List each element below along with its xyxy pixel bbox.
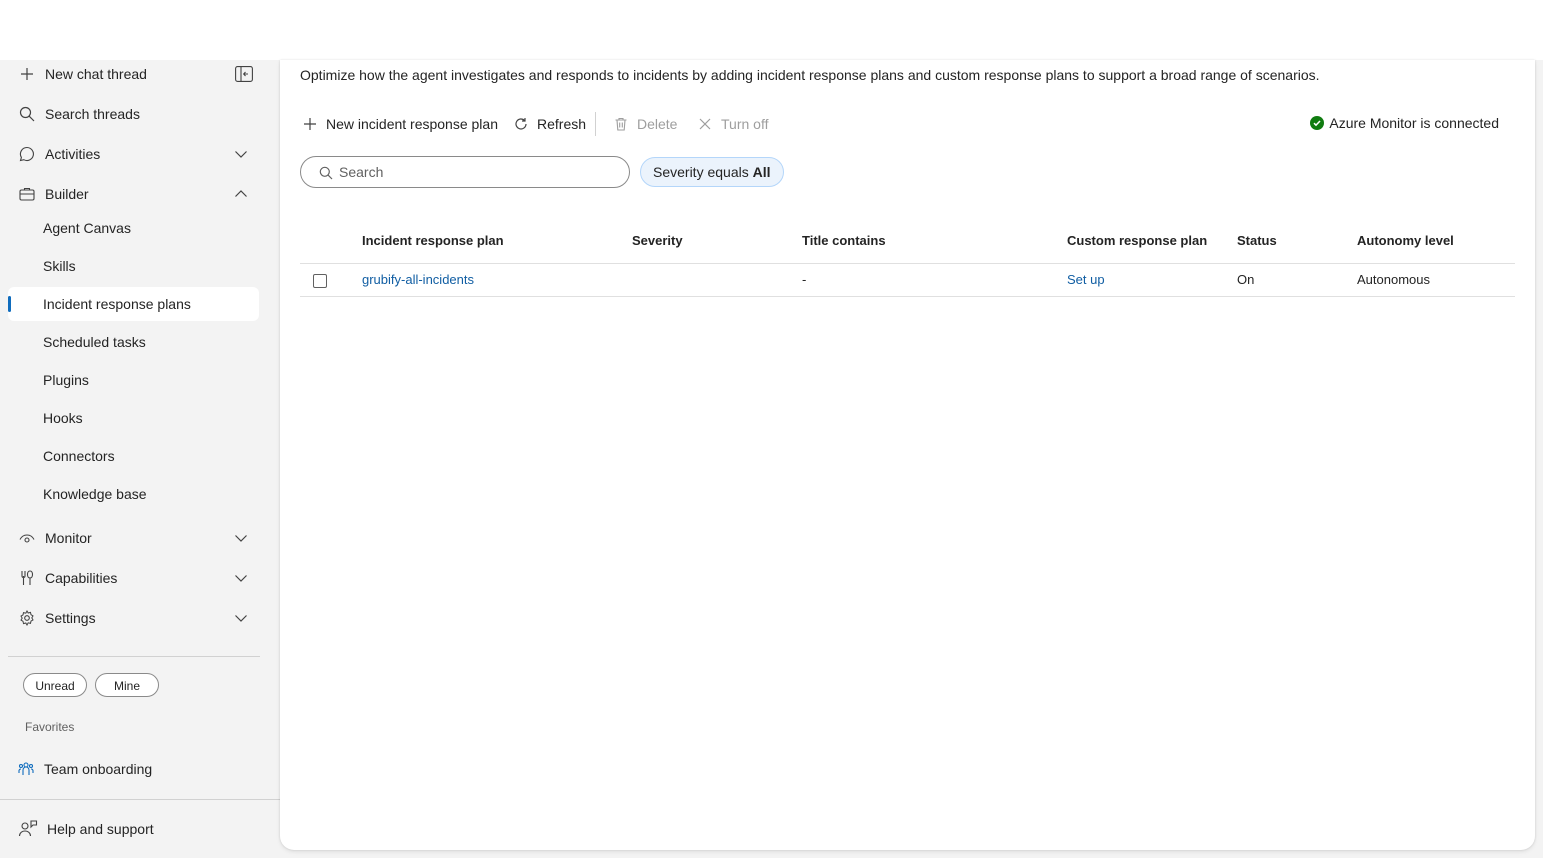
chevron-down-icon	[235, 575, 247, 582]
chevron-up-icon	[235, 190, 247, 197]
sidebar-item-skills[interactable]: Skills	[8, 249, 259, 283]
plus-icon	[18, 65, 36, 83]
sidebar-item-label: Plugins	[43, 372, 89, 388]
unread-filter-button[interactable]: Unread	[23, 673, 87, 697]
sidebar-item-hooks[interactable]: Hooks	[8, 401, 259, 435]
nav-settings[interactable]: Settings	[8, 601, 259, 635]
search-box[interactable]	[300, 156, 630, 188]
turn-off-label: Turn off	[721, 116, 769, 132]
nav-builder[interactable]: Builder	[8, 177, 259, 211]
favorite-item-team-onboarding[interactable]: Team onboarding	[8, 752, 259, 786]
delete-button[interactable]: Delete	[613, 112, 677, 136]
nav-capabilities[interactable]: Capabilities	[8, 561, 259, 595]
table-row-divider	[300, 296, 1515, 297]
search-threads-button[interactable]: Search threads	[8, 97, 259, 131]
active-indicator	[8, 296, 11, 312]
sidebar-item-label: Knowledge base	[43, 486, 147, 502]
row-select-checkbox[interactable]	[313, 274, 327, 288]
help-and-support-label: Help and support	[47, 821, 154, 837]
page-description: Optimize how the agent investigates and …	[300, 67, 1320, 83]
refresh-icon	[513, 116, 529, 132]
sidebar-item-label: Hooks	[43, 410, 83, 426]
toolbar-separator	[595, 112, 596, 136]
team-icon	[18, 761, 34, 777]
collapse-sidebar-icon[interactable]	[235, 66, 253, 82]
column-header-plan[interactable]: Incident response plan	[362, 233, 504, 248]
search-icon	[319, 166, 333, 180]
checkmark-circle-icon	[1310, 116, 1325, 130]
favorite-item-label: Team onboarding	[44, 761, 153, 777]
help-and-support-button[interactable]: Help and support	[8, 812, 259, 846]
sidebar-item-knowledge-base[interactable]: Knowledge base	[8, 477, 259, 511]
mine-filter-button[interactable]: Mine	[95, 673, 159, 697]
sidebar-item-label: Incident response plans	[43, 296, 191, 312]
search-input[interactable]	[339, 163, 619, 181]
autonomy-level-cell: Autonomous	[1357, 272, 1430, 287]
sidebar-item-label: Skills	[43, 258, 76, 274]
tools-icon	[18, 569, 36, 587]
sidebar-item-label: Connectors	[43, 448, 115, 464]
nav-activities-label: Activities	[45, 146, 101, 162]
trash-icon	[613, 116, 629, 132]
sidebar-item-connectors[interactable]: Connectors	[8, 439, 259, 473]
sidebar-item-scheduled-tasks[interactable]: Scheduled tasks	[8, 325, 259, 359]
sidebar-bottom-divider	[0, 799, 280, 800]
nav-monitor[interactable]: Monitor	[8, 521, 259, 555]
column-header-autonomy-level[interactable]: Autonomy level	[1357, 233, 1454, 248]
title-contains-cell: -	[802, 272, 807, 287]
new-chat-thread-label: New chat thread	[45, 66, 147, 82]
search-icon	[18, 105, 36, 123]
search-threads-label: Search threads	[45, 106, 140, 122]
column-header-severity[interactable]: Severity	[632, 233, 683, 248]
new-incident-response-plan-label: New incident response plan	[326, 116, 498, 132]
person-support-icon	[18, 819, 38, 839]
connection-status: Azure Monitor is connected	[1310, 115, 1499, 131]
delete-label: Delete	[637, 116, 678, 132]
sidebar-item-label: Agent Canvas	[43, 220, 131, 236]
severity-filter-value: All	[752, 164, 771, 180]
set-up-link[interactable]: Set up	[1067, 272, 1105, 287]
sidebar-item-agent-canvas[interactable]: Agent Canvas	[8, 211, 259, 245]
turn-off-button[interactable]: Turn off	[697, 112, 768, 136]
nav-capabilities-label: Capabilities	[45, 570, 118, 586]
connection-status-label: Azure Monitor is connected	[1329, 115, 1499, 131]
table-header-divider	[300, 263, 1515, 264]
favorites-heading: Favorites	[25, 720, 75, 734]
column-header-custom-response-plan[interactable]: Custom response plan	[1067, 233, 1207, 248]
severity-filter-prefix: Severity equals	[653, 164, 749, 180]
nav-settings-label: Settings	[45, 610, 96, 626]
gear-icon	[18, 609, 36, 627]
sidebar-item-incident-response-plans[interactable]: Incident response plans	[8, 287, 259, 321]
severity-filter-chip[interactable]: Severity equals All	[640, 157, 784, 187]
sidebar-item-plugins[interactable]: Plugins	[8, 363, 259, 397]
top-bar	[0, 0, 1543, 60]
column-header-status[interactable]: Status	[1237, 233, 1277, 248]
sidebar: New chat thread Search threads Activitie…	[0, 60, 280, 858]
sidebar-item-label: Scheduled tasks	[43, 334, 146, 350]
close-icon	[697, 116, 713, 132]
refresh-button[interactable]: Refresh	[513, 112, 586, 136]
column-header-title-contains[interactable]: Title contains	[802, 233, 886, 248]
nav-builder-label: Builder	[45, 186, 89, 202]
briefcase-icon	[18, 185, 36, 203]
nav-activities[interactable]: Activities	[8, 137, 259, 171]
status-cell: On	[1237, 272, 1255, 287]
chevron-down-icon	[235, 535, 247, 542]
new-chat-thread-button[interactable]: New chat thread	[8, 57, 259, 91]
chevron-down-icon	[235, 615, 247, 622]
new-incident-response-plan-button[interactable]: New incident response plan	[302, 112, 498, 136]
chat-bubble-icon	[18, 145, 36, 163]
main-panel: Optimize how the agent investigates and …	[280, 60, 1535, 850]
refresh-label: Refresh	[537, 116, 587, 132]
chevron-down-icon	[235, 151, 247, 158]
nav-monitor-label: Monitor	[45, 530, 92, 546]
plan-name-link[interactable]: grubify-all-incidents	[362, 272, 474, 287]
sidebar-divider	[8, 656, 260, 657]
plus-icon	[302, 116, 318, 132]
eye-icon	[18, 529, 36, 547]
